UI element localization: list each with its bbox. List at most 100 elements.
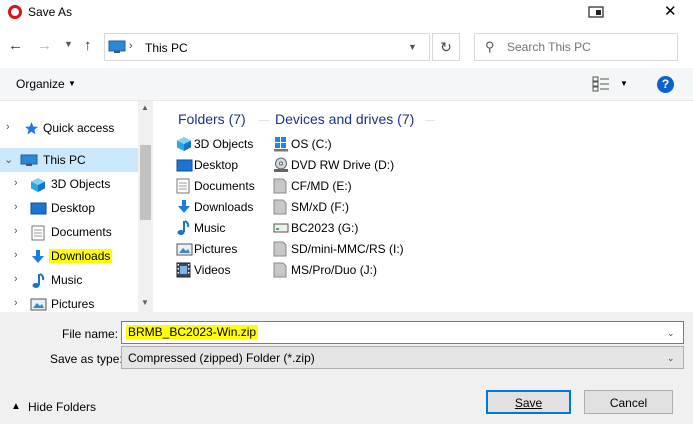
- file-name-dropdown-icon[interactable]: ⌄: [667, 328, 675, 339]
- folder-label: Downloads: [194, 200, 254, 214]
- folder-label: Desktop: [194, 158, 239, 172]
- removable-drive-icon: [273, 262, 287, 278]
- organize-button[interactable]: Organize: [16, 77, 65, 91]
- collapse-chevron-icon[interactable]: ⌄: [4, 153, 13, 166]
- dvd-drive-icon: [274, 157, 288, 172]
- window-title: Save As: [28, 5, 73, 19]
- expand-chevron-icon[interactable]: ›: [14, 177, 18, 189]
- opera-logo-icon: [8, 5, 22, 19]
- close-icon[interactable]: ✕: [664, 2, 677, 20]
- star-icon: [25, 122, 38, 135]
- nav-item-desktop[interactable]: › Desktop: [0, 196, 138, 220]
- drive-label: SM/xD (F:): [291, 200, 349, 214]
- file-name-label: File name:: [62, 327, 119, 341]
- usb-drive-icon: [273, 223, 289, 233]
- content-pane: Folders (7) Devices and drives (7) 3D Ob…: [153, 101, 693, 312]
- save-button-label: Save: [514, 396, 543, 410]
- search-box[interactable]: ⚲: [474, 33, 678, 61]
- folder-label: Music: [194, 221, 226, 235]
- expand-chevron-icon[interactable]: ›: [14, 297, 18, 309]
- pictures-icon: [176, 243, 193, 256]
- nav-item-3d-objects[interactable]: › 3D Objects: [0, 172, 138, 196]
- forward-arrow-icon[interactable]: →: [37, 37, 52, 54]
- windows-drive-icon: [274, 137, 288, 152]
- navigation-pane: › Quick access ⌄ This PC › 3D Objects › …: [0, 101, 138, 312]
- save-as-type-select[interactable]: Compressed (zipped) Folder (*.zip) ⌄: [121, 346, 684, 369]
- breadcrumb-this-pc[interactable]: This PC: [145, 41, 188, 55]
- search-icon: ⚲: [485, 39, 495, 54]
- nav-item-label: Pictures: [51, 297, 95, 311]
- download-icon: [32, 250, 44, 263]
- removable-drive-icon: [273, 199, 287, 215]
- music-icon: [32, 273, 45, 288]
- view-chevron-icon[interactable]: ▼: [620, 79, 628, 88]
- document-icon: [31, 225, 45, 241]
- nav-item-label: Downloads: [49, 249, 113, 263]
- nav-item-pictures[interactable]: › Pictures: [0, 292, 138, 312]
- nav-item-label: This PC: [43, 153, 86, 167]
- save-as-type-dropdown-icon[interactable]: ⌄: [667, 353, 675, 364]
- nav-item-music[interactable]: › Music: [0, 268, 138, 292]
- back-arrow-icon[interactable]: ←: [8, 37, 23, 54]
- desktop-icon: [176, 159, 193, 172]
- document-icon: [176, 178, 190, 194]
- cancel-button[interactable]: Cancel: [584, 390, 673, 414]
- view-options-icon[interactable]: [592, 76, 610, 92]
- removable-drive-icon: [273, 178, 287, 194]
- expand-chevron-icon[interactable]: ›: [6, 121, 10, 133]
- restore-icon[interactable]: [588, 6, 604, 18]
- nav-item-quick-access[interactable]: › Quick access: [0, 116, 138, 140]
- pictures-icon: [30, 298, 47, 311]
- music-icon: [177, 220, 190, 235]
- nav-item-label: Music: [51, 273, 83, 287]
- video-icon: [176, 262, 191, 278]
- computer-icon: [108, 40, 126, 53]
- nav-item-label: Documents: [51, 225, 112, 239]
- scroll-up-icon[interactable]: ▲: [141, 103, 149, 112]
- search-input[interactable]: [507, 37, 675, 57]
- hide-folders-button[interactable]: Hide Folders: [28, 400, 96, 414]
- command-bar: Organize ▼ ▼ ?: [0, 68, 693, 100]
- removable-drive-icon: [273, 241, 287, 257]
- folder-label: Pictures: [194, 242, 238, 256]
- nav-item-documents[interactable]: › Documents: [0, 220, 138, 244]
- drive-label: OS (C:): [291, 137, 332, 151]
- section-divider: [259, 120, 269, 121]
- navigation-scrollbar[interactable]: ▲ ▼: [138, 101, 153, 312]
- cube-icon: [31, 178, 45, 192]
- file-name-input[interactable]: BRMB_BC2023-Win.zip ⌄: [121, 321, 684, 344]
- expand-chevron-icon[interactable]: ›: [14, 273, 18, 285]
- cancel-button-label: Cancel: [609, 396, 648, 410]
- devices-header[interactable]: Devices and drives (7): [275, 111, 414, 127]
- help-icon[interactable]: ?: [657, 76, 674, 93]
- recent-locations-chevron-icon[interactable]: ▼: [64, 39, 73, 49]
- save-as-type-value: Compressed (zipped) Folder (*.zip): [128, 351, 315, 365]
- breadcrumb-chevron-icon[interactable]: ›: [129, 40, 133, 52]
- expand-chevron-icon[interactable]: ›: [14, 201, 18, 213]
- nav-item-label: Quick access: [43, 121, 115, 135]
- address-bar[interactable]: › This PC ▼: [104, 33, 430, 61]
- navigation-row: ← → ▼ ↑ › This PC ▼ ↻ ⚲: [0, 30, 693, 64]
- scroll-down-icon[interactable]: ▼: [141, 298, 149, 307]
- cube-icon: [177, 137, 191, 151]
- download-icon: [178, 200, 190, 213]
- expand-chevron-icon[interactable]: ›: [14, 249, 18, 261]
- folder-label: Videos: [194, 263, 231, 277]
- drive-label: SD/mini-MMC/RS (I:): [291, 242, 404, 256]
- save-button[interactable]: Save: [486, 390, 571, 414]
- refresh-icon[interactable]: ↻: [432, 33, 460, 61]
- expand-chevron-icon[interactable]: ›: [14, 225, 18, 237]
- computer-icon: [20, 154, 38, 166]
- file-name-value[interactable]: BRMB_BC2023-Win.zip: [126, 325, 259, 339]
- nav-item-downloads[interactable]: › Downloads: [0, 244, 138, 268]
- address-dropdown-icon[interactable]: ▼: [408, 42, 417, 52]
- chevron-up-icon[interactable]: ▲: [11, 401, 21, 412]
- folders-header[interactable]: Folders (7): [178, 111, 246, 127]
- nav-item-this-pc[interactable]: ⌄ This PC: [0, 148, 138, 172]
- desktop-icon: [30, 202, 47, 215]
- up-arrow-icon[interactable]: ↑: [84, 37, 92, 54]
- organize-chevron-icon[interactable]: ▼: [68, 79, 76, 88]
- drive-label: CF/MD (E:): [291, 179, 352, 193]
- drive-label: BC2023 (G:): [291, 221, 359, 235]
- scrollbar-thumb[interactable]: [140, 145, 151, 220]
